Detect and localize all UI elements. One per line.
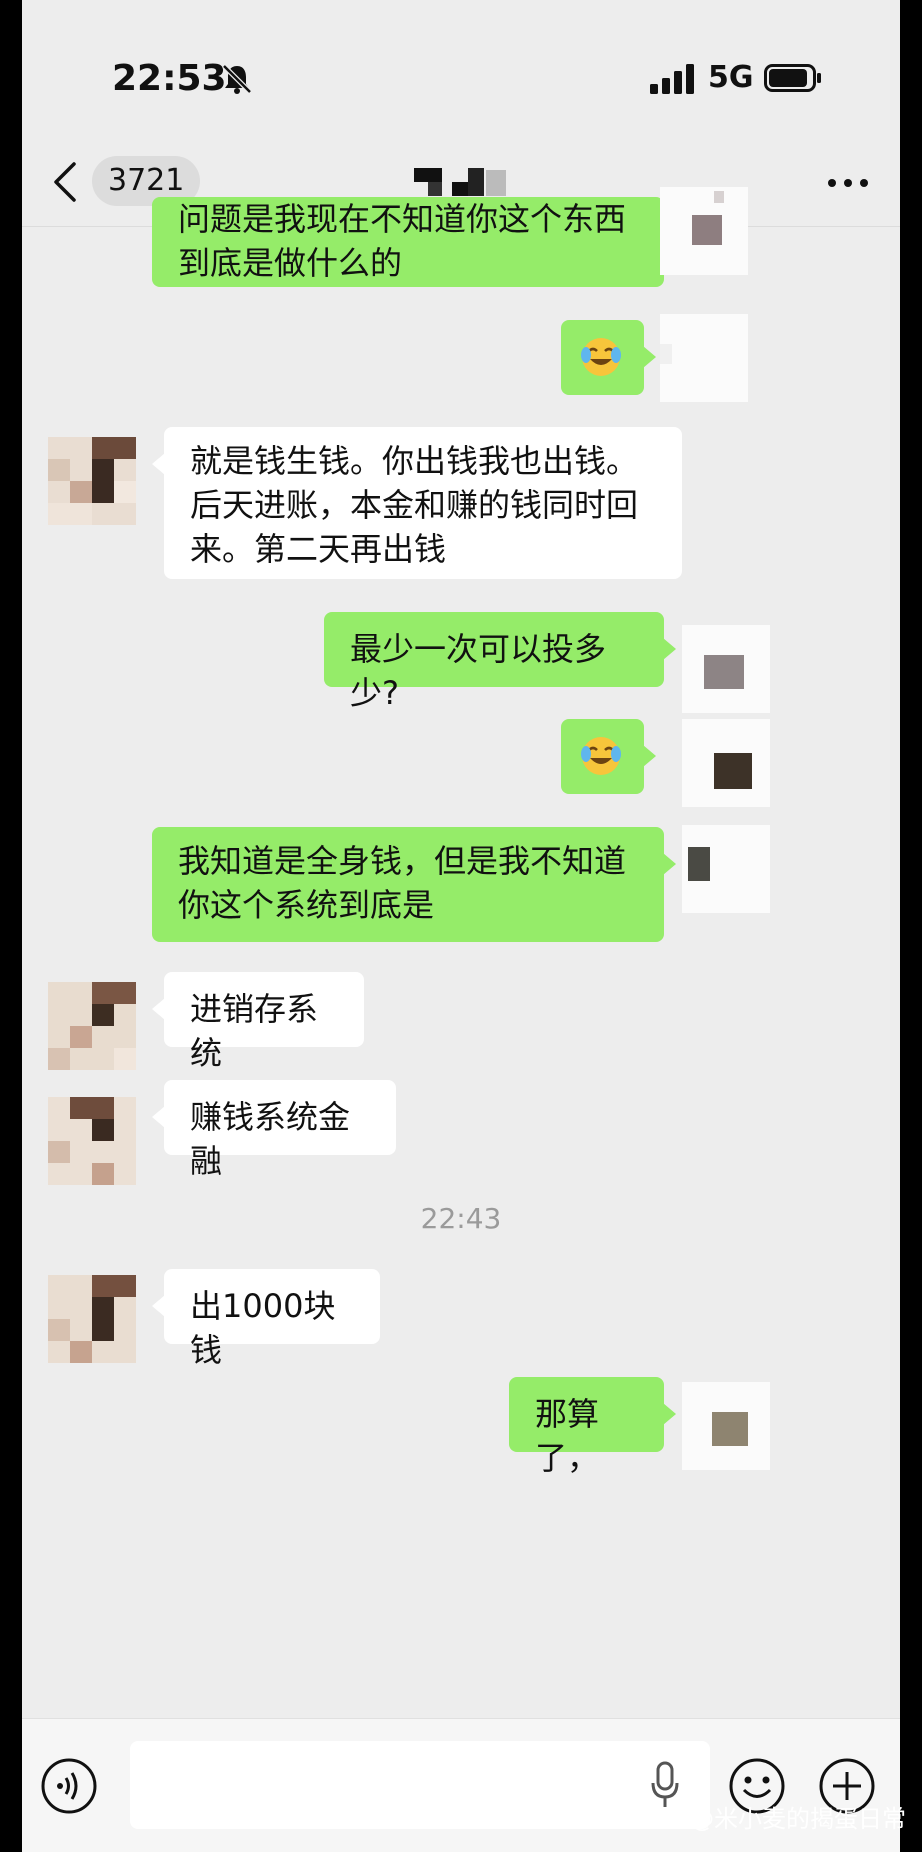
message-text: 我知道是全身钱，但是我不知道你这个系统到底是	[178, 842, 627, 924]
my-emoji-bubble[interactable]	[561, 320, 656, 395]
my-avatar[interactable]	[682, 719, 770, 807]
contact-message-bubble[interactable]: 赚钱系统金融	[152, 1080, 396, 1180]
time-divider: 22:43	[420, 1202, 502, 1235]
chat-screen: 22:53 5G 3721 问题是我现在不知道你这个东西到底是做什么的 就是钱生…	[22, 0, 900, 1852]
network-type: 5G	[708, 60, 754, 95]
voice-input-icon[interactable]	[40, 1757, 98, 1815]
my-message-bubble[interactable]: 我知道是全身钱，但是我不知道你这个系统到底是	[152, 827, 676, 942]
watermark-text: 头条 @米小麦的揭蛋日常	[634, 1805, 906, 1833]
my-avatar[interactable]	[682, 825, 770, 913]
my-avatar[interactable]	[660, 187, 748, 275]
message-text: 出1000块钱	[190, 1287, 336, 1369]
my-emoji-bubble[interactable]	[561, 719, 656, 794]
status-time: 22:53	[112, 58, 227, 99]
message-text: 最少一次可以投多少?	[350, 630, 607, 712]
contact-avatar[interactable]	[48, 1097, 136, 1185]
crying-laughing-emoji-icon	[581, 737, 621, 775]
message-text: 进销存系统	[190, 990, 319, 1072]
message-input[interactable]	[130, 1741, 710, 1829]
message-text: 就是钱生钱。你出钱我也出钱。后天进账，本金和赚的钱同时回来。第二天再出钱	[190, 442, 639, 568]
contact-name-mosaic	[414, 168, 506, 196]
my-message-bubble[interactable]: 问题是我现在不知道你这个东西到底是做什么的	[152, 197, 676, 287]
mute-bell-icon	[222, 64, 252, 94]
signal-icon	[650, 64, 694, 94]
message-text: 问题是我现在不知道你这个东西到底是做什么的	[178, 200, 627, 282]
message-list[interactable]: 问题是我现在不知道你这个东西到底是做什么的 就是钱生钱。你出钱我也出钱。后天进账…	[22, 187, 900, 1717]
more-options-icon[interactable]	[824, 168, 872, 198]
my-avatar[interactable]	[660, 314, 748, 402]
my-avatar[interactable]	[682, 625, 770, 713]
battery-icon	[764, 64, 821, 92]
contact-avatar[interactable]	[48, 437, 136, 525]
message-text: 赚钱系统金融	[190, 1098, 351, 1180]
contact-avatar[interactable]	[48, 1275, 136, 1363]
contact-message-bubble[interactable]: 出1000块钱	[152, 1269, 380, 1369]
my-avatar[interactable]	[682, 1382, 770, 1470]
my-message-bubble[interactable]: 那算了，	[509, 1377, 676, 1477]
message-text: 那算了，	[535, 1395, 600, 1477]
my-message-bubble[interactable]: 最少一次可以投多少?	[324, 612, 676, 712]
contact-avatar[interactable]	[48, 982, 136, 1070]
contact-message-bubble[interactable]: 进销存系统	[152, 972, 364, 1072]
contact-message-bubble[interactable]: 就是钱生钱。你出钱我也出钱。后天进账，本金和赚的钱同时回来。第二天再出钱	[152, 427, 682, 579]
status-bar: 22:53 5G	[22, 0, 900, 140]
crying-laughing-emoji-icon	[581, 338, 621, 376]
back-arrow-icon[interactable]	[50, 160, 80, 204]
